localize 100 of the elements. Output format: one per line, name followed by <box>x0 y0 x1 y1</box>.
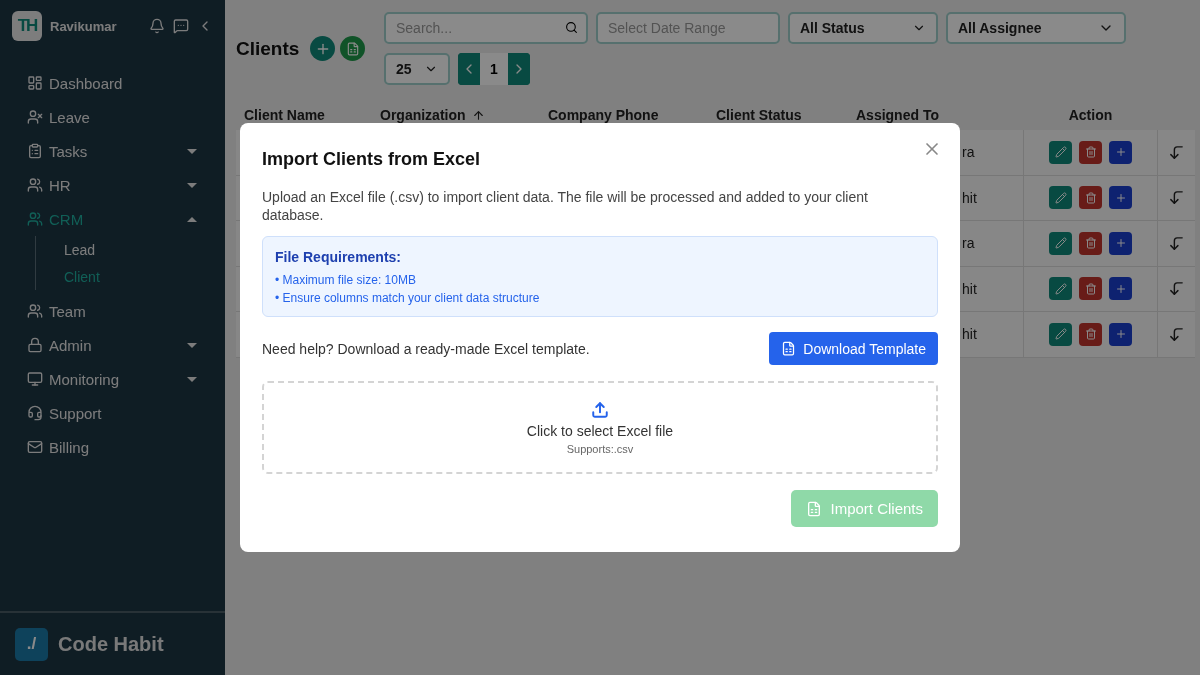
requirement-item: • Ensure columns match your client data structure <box>275 291 541 305</box>
spreadsheet-icon <box>781 341 797 356</box>
requirements-title: File Requirements: <box>275 249 403 265</box>
nav-icon <box>27 211 43 227</box>
column-header: Client Name <box>244 107 325 123</box>
return-icon[interactable] <box>1168 280 1185 298</box>
nav-icon <box>27 177 43 193</box>
brand-name: Code Habit <box>58 632 164 656</box>
help-text: Need help? Download a ready-made Excel template. <box>262 340 590 357</box>
return-icon[interactable] <box>1168 143 1185 161</box>
table-cell: hit <box>962 189 977 206</box>
column-header: Assigned To <box>856 107 939 123</box>
nav-item[interactable]: Tasks <box>49 142 181 160</box>
page-size-select[interactable]: 25 <box>384 53 450 85</box>
table-cell: hit <box>962 326 977 343</box>
table-cell: ra <box>962 235 975 252</box>
column-header: Action <box>1068 107 1113 123</box>
bell-icon[interactable] <box>149 18 165 34</box>
nav-item[interactable]: Support <box>49 404 197 422</box>
edit-button[interactable] <box>1049 186 1072 210</box>
nav-icon <box>27 303 43 319</box>
assignee-select[interactable]: All Assignee <box>946 12 1126 44</box>
caret-icon[interactable] <box>187 182 197 188</box>
nav-item[interactable]: Monitoring <box>49 370 181 388</box>
trash-icon <box>1084 146 1097 159</box>
dialog-title: Import Clients from Excel <box>262 149 482 170</box>
delete-button[interactable] <box>1079 140 1102 164</box>
column-header: Client Status <box>716 107 802 123</box>
nav-icon <box>27 75 43 91</box>
dialog-description: Upload an Excel file (.csv) to import client data. The file will be processed and added to your client database. <box>262 188 869 224</box>
download-template-button[interactable]: Download Template <box>769 332 938 365</box>
edit-button[interactable] <box>1049 140 1072 164</box>
pencil-icon <box>1054 282 1067 295</box>
chat-icon[interactable] <box>173 18 189 34</box>
logo: TH <box>12 11 42 41</box>
edit-button[interactable] <box>1049 277 1072 301</box>
nav-subitem[interactable]: Lead <box>36 236 225 263</box>
dropzone-hint: Supports:.csv <box>566 442 634 455</box>
add-button[interactable] <box>1109 186 1132 210</box>
file-dropzone[interactable]: Click to select Excel file Supports:.csv <box>262 381 938 474</box>
search-icon <box>565 21 578 34</box>
page-number[interactable]: 1 <box>480 53 508 85</box>
delete-button[interactable] <box>1079 231 1102 255</box>
nav-item[interactable]: Leave <box>49 108 197 126</box>
add-button[interactable] <box>1109 140 1132 164</box>
nav-icon <box>27 371 43 387</box>
plus-icon <box>1114 191 1127 204</box>
brand-logo: ./ <box>15 627 48 661</box>
plus-icon <box>1114 328 1127 341</box>
nav-item[interactable]: Admin <box>49 336 181 354</box>
nav-icon <box>27 439 43 455</box>
column-header: Organization <box>380 107 466 123</box>
edit-button[interactable] <box>1049 322 1072 346</box>
trash-icon <box>1084 191 1097 204</box>
pencil-icon <box>1054 328 1067 341</box>
caret-icon[interactable] <box>187 376 197 382</box>
nav-icon <box>27 337 43 353</box>
requirement-item: • Maximum file size: 10MB <box>275 273 417 287</box>
upload-icon <box>591 400 609 419</box>
status-select[interactable]: All Status <box>788 12 938 44</box>
pencil-icon <box>1054 191 1067 204</box>
nav-item[interactable]: Team <box>49 302 197 320</box>
plus-icon <box>1114 146 1127 159</box>
spreadsheet-icon <box>345 41 360 56</box>
dropzone-label: Click to select Excel file <box>526 422 674 439</box>
return-icon[interactable] <box>1168 325 1185 343</box>
plus-icon <box>1114 282 1127 295</box>
pencil-icon <box>1054 237 1067 250</box>
delete-button[interactable] <box>1079 186 1102 210</box>
table-cell: ra <box>962 144 975 161</box>
trash-icon <box>1084 282 1097 295</box>
caret-icon[interactable] <box>187 148 197 154</box>
add-button[interactable] <box>310 36 336 61</box>
edit-button[interactable] <box>1049 231 1072 255</box>
caret-icon[interactable] <box>187 216 197 222</box>
nav-icon <box>27 109 43 125</box>
nav-item[interactable]: CRM <box>49 210 181 228</box>
page-title: Clients <box>236 37 300 60</box>
nav-item[interactable]: Dashboard <box>49 74 197 92</box>
table-cell: hit <box>962 280 977 297</box>
sort-icon[interactable] <box>471 108 485 122</box>
column-header: Company Phone <box>548 107 659 123</box>
caret-icon[interactable] <box>187 342 197 348</box>
pencil-icon <box>1054 146 1067 159</box>
add-button[interactable] <box>1109 322 1132 346</box>
add-button[interactable] <box>1109 277 1132 301</box>
return-icon[interactable] <box>1168 189 1185 207</box>
nav-subitem[interactable]: Client <box>36 263 225 290</box>
plus-icon <box>1114 237 1127 250</box>
return-icon[interactable] <box>1168 234 1185 252</box>
nav-icon <box>27 405 43 421</box>
nav-item[interactable]: HR <box>49 176 181 194</box>
nav-item[interactable]: Billing <box>49 438 197 456</box>
spreadsheet-icon <box>806 500 823 517</box>
user-name: Ravikumar <box>50 18 118 34</box>
delete-button[interactable] <box>1079 277 1102 301</box>
add-button[interactable] <box>1109 231 1132 255</box>
excel-button[interactable] <box>340 36 366 61</box>
trash-icon <box>1084 328 1097 341</box>
delete-button[interactable] <box>1079 322 1102 346</box>
